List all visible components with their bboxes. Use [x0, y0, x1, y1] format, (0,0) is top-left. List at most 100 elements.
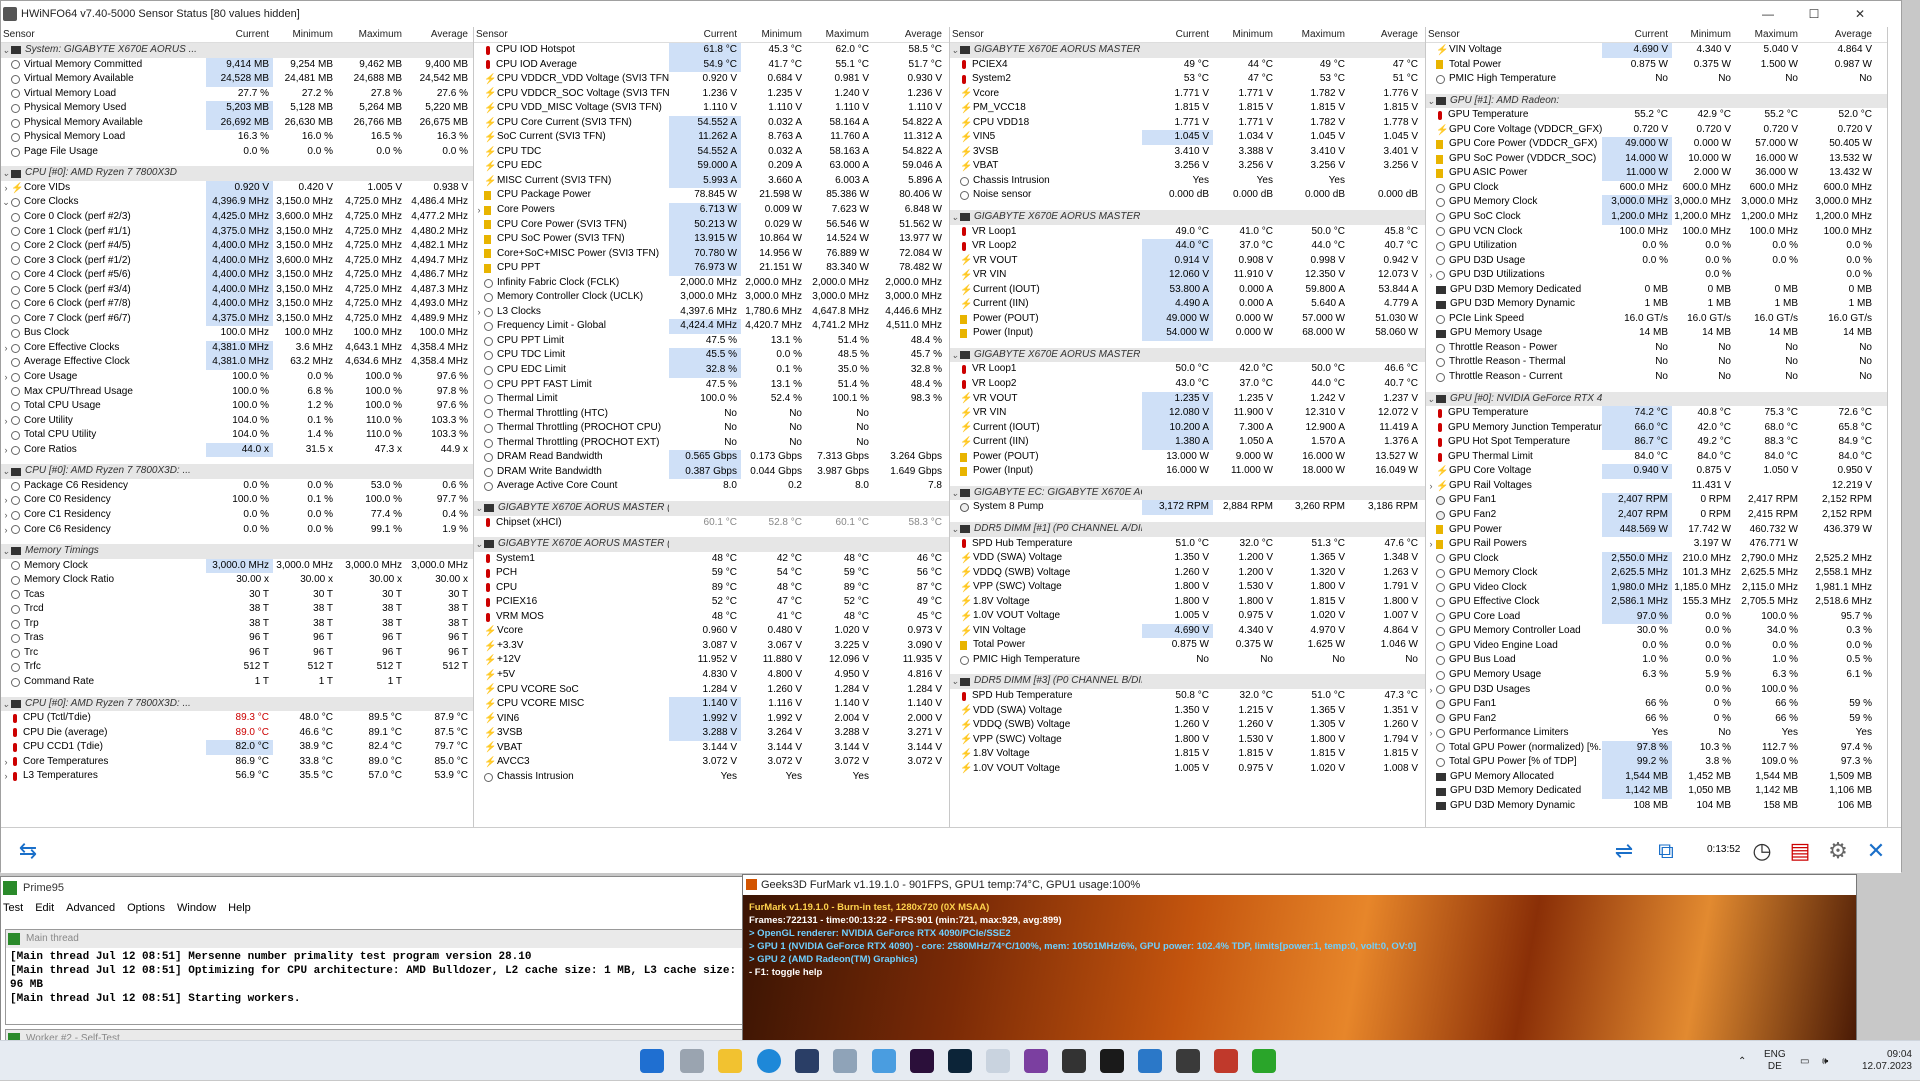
sensor-row[interactable]: Virtual Memory Load 27.7 % 27.2 % 27.8 % 27.… — [1, 87, 473, 102]
expand-chevron-icon[interactable]: › — [1426, 268, 1436, 283]
network-icon[interactable]: ▭ — [1800, 1041, 1809, 1081]
sensor-row[interactable]: › GPU Performance Limiters Yes No Yes Yes — [1426, 726, 1887, 741]
sensor-row[interactable]: ⚡ 1.0V VOUT Voltage 1.005 V 0.975 V 1.020 V1… — [950, 609, 1425, 624]
sensor-row[interactable]: Trcd 38 T 38 T 38 T 38 T — [1, 602, 473, 617]
photoshop-icon[interactable] — [948, 1049, 972, 1073]
header-maximum[interactable]: Maximum — [1277, 27, 1349, 42]
navigate-arrows-icon[interactable]: ⇆ — [3, 836, 53, 866]
collapse-chevron-icon[interactable]: ⌄ — [1426, 392, 1436, 407]
sensor-row[interactable]: VR Loop2 43.0 °C 37.0 °C 44.0 °C 40.7 °C — [950, 377, 1425, 392]
sensor-row[interactable]: GPU Memory Usage 6.3 % 5.9 % 6.3 % 6.1 % — [1426, 668, 1887, 683]
exit-icon[interactable]: ✕ — [1861, 836, 1891, 866]
sensor-row[interactable]: GPU D3D Memory Dynamic 1 MB 1 MB 1 MB 1 MB — [1426, 297, 1887, 312]
sensor-group-header[interactable]: ⌄ GPU [#0]: NVIDIA GeForce RTX 40... — [1426, 391, 1887, 407]
sensor-group-header[interactable]: ⌄GIGABYTE X670E AORUS MASTER (AM... — [474, 500, 949, 516]
hwinfo-taskbar-icon[interactable] — [986, 1049, 1010, 1073]
sensor-row[interactable]: ⚡ VDDQ (SWB) Voltage 1.260 V 1.260 V 1.305 V… — [950, 718, 1425, 733]
furmark-taskbar-icon[interactable] — [1214, 1049, 1238, 1073]
sensor-row[interactable]: ⚡ CPU VDDCR_VDD Voltage (SVI3 TFN) 0.920 V… — [474, 72, 949, 87]
sensor-row[interactable]: GPU Fan1 2,407 RPM 0 RPM 2,417 RPM 2,152 RPM — [1426, 493, 1887, 508]
header-maximum[interactable]: Maximum — [1735, 27, 1802, 42]
sensor-row[interactable]: ⚡ VIN6 1.992 V 1.992 V 2.004 V 2.000 V — [474, 711, 949, 727]
sensor-row[interactable]: CPU Package Power 78.845 W 21.598 W 85.386 … — [474, 188, 949, 203]
collapse-chevron-icon[interactable]: ⌄ — [950, 348, 960, 363]
expand-chevron-icon[interactable]: › — [1, 341, 11, 356]
sensor-row[interactable]: GPU SoC Clock 1,200.0 MHz 1,200.0 MHz 1,200… — [1426, 210, 1887, 225]
sensor-group-header[interactable]: ⌄GIGABYTE X670E AORUS MASTER (ITE... — [950, 43, 1425, 58]
sensor-row[interactable]: GPU Bus Load 1.0 % 0.0 % 1.0 % 0.5 % — [1426, 653, 1887, 668]
header-current[interactable]: Current — [1142, 27, 1213, 42]
sensor-row[interactable]: GPU Memory Junction Temperature 66.0 °C 42… — [1426, 420, 1887, 436]
menu-help[interactable]: Help — [228, 902, 251, 914]
sensor-row[interactable]: Physical Memory Available 26,692 MB 26,630… — [1, 115, 473, 131]
sensor-row[interactable]: GPU Fan2 66 % 0 % 66 % 59 % — [1426, 712, 1887, 727]
header-average[interactable]: Average — [1349, 27, 1422, 42]
collapse-chevron-icon[interactable]: ⌄ — [1, 166, 11, 181]
sensor-row[interactable]: System2 53 °C 47 °C 53 °C 51 °C — [950, 72, 1425, 87]
sensor-row[interactable]: Core 0 Clock (perf #2/3) 4,425.0 MHz 3,600… — [1, 210, 473, 225]
sensor-row[interactable]: Package C6 Residency 0.0 % 0.0 % 53.0 % 0.6 … — [1, 479, 473, 494]
sensor-row[interactable]: Total GPU Power (normalized) [%... 97.8 %… — [1426, 740, 1887, 756]
sensor-row[interactable]: CPU EDC Limit 32.8 % 0.1 % 35.0 % 32.8 % — [474, 363, 949, 378]
sensor-row[interactable]: Core 6 Clock (perf #7/8) 4,400.0 MHz 3,150… — [1, 297, 473, 312]
sensor-row[interactable]: ⚡ VR VIN 12.080 V 11.900 V 12.310 V 12.072 V — [950, 406, 1425, 421]
header-average[interactable]: Average — [406, 27, 472, 42]
sensor-row[interactable]: ⚡ CPU TDC 54.552 A 0.032 A 58.163 A 54.822 A — [474, 144, 949, 160]
sensor-row[interactable]: GPU ASIC Power 11.000 W 2.000 W 36.000 W 13.… — [1426, 166, 1887, 181]
expand-chevron-icon[interactable]: › — [1, 181, 11, 196]
sensor-row[interactable]: ⚡ VR VIN 12.060 V 11.910 V 12.350 V 12.073 V — [950, 268, 1425, 283]
sensor-row[interactable]: Core 4 Clock (perf #5/6) 4,400.0 MHz 3,150… — [1, 268, 473, 283]
header-maximum[interactable]: Maximum — [806, 27, 873, 42]
sensor-row[interactable]: Core 1 Clock (perf #1/1) 4,375.0 MHz 3,150… — [1, 224, 473, 240]
sensor-row[interactable]: ⚡ +5V 4.830 V 4.800 V 4.950 V 4.816 V — [474, 668, 949, 683]
sensor-row[interactable]: Total GPU Power [% of TDP] 99.2 % 3.8 % 109… — [1426, 755, 1887, 770]
sensor-group-header[interactable]: ⌄GIGABYTE X670E AORUS MASTER (Int... — [950, 210, 1425, 225]
sensor-row[interactable]: VR Loop1 50.0 °C 42.0 °C 50.0 °C 46.6 °C — [950, 362, 1425, 377]
sensor-row[interactable]: Core 3 Clock (perf #1/2) 4,400.0 MHz 3,600… — [1, 253, 473, 269]
sensor-row[interactable]: ⚡ GPU Core Voltage 0.940 V 0.875 V 1.050 V 0.… — [1426, 464, 1887, 479]
sensor-row[interactable]: › ⚡ GPU Rail Voltages 11.431 V 12.219 V — [1426, 479, 1887, 494]
sensor-row[interactable]: Power (Input) 16.000 W 11.000 W 18.000 W 16.… — [950, 464, 1425, 479]
sensor-row[interactable]: Tcas 30 T 30 T 30 T 30 T — [1, 588, 473, 603]
collapse-chevron-icon[interactable]: ⌄ — [1, 43, 11, 58]
sensor-row[interactable]: Max CPU/Thread Usage 100.0 % 6.8 % 100.0 % 9… — [1, 385, 473, 400]
sensor-row[interactable]: Physical Memory Load 16.3 % 16.0 % 16.5 % 16… — [1, 130, 473, 145]
collapse-chevron-icon[interactable]: ⌄ — [950, 43, 960, 58]
reset-log-icon[interactable]: ▤ — [1785, 836, 1815, 866]
header-sensor[interactable]: Sensor — [950, 27, 1142, 42]
sensor-row[interactable]: System 8 Pump 3,172 RPM 2,884 RPM 3,260 RPM… — [950, 500, 1425, 515]
sensor-row[interactable]: ⚡ 1.8V Voltage 1.800 V 1.800 V 1.815 V 1.800 … — [950, 595, 1425, 610]
sensor-row[interactable]: GPU Utilization 0.0 % 0.0 % 0.0 % 0.0 % — [1426, 239, 1887, 254]
sensor-row[interactable]: GPU Core Load 97.0 % 0.0 % 100.0 % 95.7 % — [1426, 609, 1887, 625]
header-minimum[interactable]: Minimum — [273, 27, 337, 42]
sensor-row[interactable]: DRAM Read Bandwidth 0.565 Gbps 0.173 Gbps 7… — [474, 450, 949, 465]
sensor-row[interactable]: ⚡ Vcore 1.771 V 1.771 V 1.782 V 1.776 V — [950, 87, 1425, 102]
sensor-row[interactable]: Chipset (xHCI) 60.1 °C 52.8 °C 60.1 °C 58.3 … — [474, 516, 949, 531]
sensor-row[interactable]: Core 2 Clock (perf #4/5) 4,400.0 MHz 3,150… — [1, 239, 473, 254]
sensor-row[interactable]: CPU PPT Limit 47.5 % 13.1 % 51.4 % 48.4 % — [474, 334, 949, 349]
sensor-row[interactable]: › L3 Temperatures 56.9 °C 35.5 °C 57.0 °C 53.… — [1, 769, 473, 784]
sensor-group-header[interactable]: ⌄ System: GIGABYTE X670E AORUS ... — [1, 43, 473, 58]
sensor-row[interactable]: CPU (Tctl/Tdie) 89.3 °C 48.0 °C 89.5 °C 87.9… — [1, 711, 473, 726]
sensor-row[interactable]: ⚡ 3VSB 3.288 V 3.264 V 3.288 V 3.271 V — [474, 726, 949, 741]
sensor-row[interactable]: GPU Clock 2,550.0 MHz 210.0 MHz 2,790.0 MHz… — [1426, 551, 1887, 567]
sensor-row[interactable]: CPU Die (average) 89.0 °C 46.6 °C 89.1 °C 87… — [1, 726, 473, 741]
sensor-row[interactable]: CPU IOD Average 54.9 °C 41.7 °C 55.1 °C 51.7… — [474, 57, 949, 73]
sensor-row[interactable]: Page File Usage 0.0 % 0.0 % 0.0 % 0.0 % — [1, 145, 473, 160]
sensor-row[interactable]: CPU PPT FAST Limit 47.5 % 13.1 % 51.4 % 48.4… — [474, 378, 949, 393]
sensor-row[interactable]: PCIEX4 49 °C 44 °C 49 °C 47 °C — [950, 58, 1425, 73]
sensor-row[interactable]: › GPU D3D Usages 0.0 % 100.0 % — [1426, 683, 1887, 698]
sensor-row[interactable]: ⚡ VDD (SWA) Voltage 1.350 V 1.215 V 1.365 V1… — [950, 704, 1425, 719]
expand-chevron-icon[interactable]: › — [1, 755, 11, 770]
sensor-row[interactable]: Frequency Limit - Global 4,424.4 MHz 4,420… — [474, 319, 949, 334]
header-average[interactable]: Average — [873, 27, 946, 42]
tray-chevron-icon[interactable]: ⌃ — [1738, 1041, 1746, 1081]
sensor-row[interactable]: GPU Hot Spot Temperature 86.7 °C 49.2 °C 88… — [1426, 435, 1887, 450]
sensor-row[interactable]: GPU Video Clock 1,980.0 MHz 1,185.0 MHz 2,1… — [1426, 580, 1887, 596]
sensor-row[interactable]: Chassis Intrusion Yes Yes Yes — [950, 174, 1425, 189]
expand-chevron-icon[interactable]: › — [474, 305, 484, 320]
collapse-chevron-icon[interactable]: ⌄ — [1, 195, 11, 210]
sensor-row[interactable]: › Core Ratios 44.0 x 31.5 x 47.3 x 44.9 x — [1, 442, 473, 458]
expand-chevron-icon[interactable]: › — [1, 493, 11, 508]
sensor-group-header[interactable]: ⌄ DDR5 DIMM [#1] (P0 CHANNEL A/DIM... — [950, 521, 1425, 537]
